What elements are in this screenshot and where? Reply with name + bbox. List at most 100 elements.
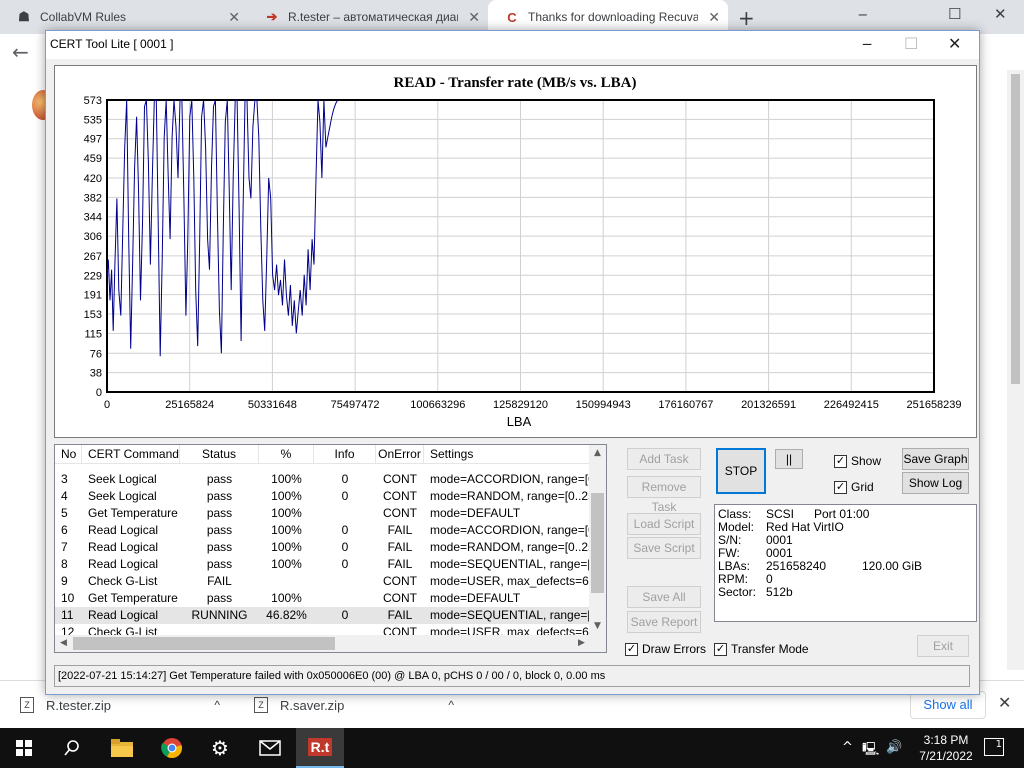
- volume-icon[interactable]: 🔊: [886, 740, 902, 755]
- close-icon[interactable]: ✕: [994, 5, 1007, 23]
- task-row[interactable]: 11 Read Logical RUNNING 46.82% 0 FAIL mode=SEQ…: [55, 607, 591, 624]
- cell-status: pass: [206, 523, 233, 537]
- task-row[interactable]: 3 Seek Logical pass 100% 0 CONT mode=ACCORDION…: [55, 471, 591, 488]
- checkbox-label: Grid: [851, 480, 874, 494]
- cell-settings: mode=USER, max_defects=6553: [430, 574, 591, 588]
- y-tick-label: 382: [84, 192, 102, 204]
- cell-settings: mode=SEQUENTIAL, range=[0..2: [430, 608, 591, 622]
- file-explorer-button[interactable]: [98, 728, 146, 768]
- checkbox-label: Transfer Mode: [731, 642, 809, 656]
- close-icon[interactable]: ✕: [468, 9, 480, 26]
- stop-button[interactable]: STOP: [716, 448, 766, 494]
- cell-command: Get Temperature: [88, 506, 178, 520]
- tab-label: R.tester – автоматическая диаг: [288, 10, 458, 24]
- settings-button[interactable]: ⚙: [196, 728, 244, 768]
- network-icon[interactable]: 🖳: [862, 740, 879, 762]
- rpm-value: 0: [766, 572, 773, 586]
- tab-recuva[interactable]: C Thanks for downloading Recuva ✕: [488, 0, 728, 34]
- show-log-button[interactable]: Show Log: [902, 472, 969, 494]
- scroll-up-icon[interactable]: ▲: [589, 445, 606, 462]
- mail-button[interactable]: [246, 728, 294, 768]
- column-header-onerror[interactable]: OnError: [376, 445, 424, 464]
- scroll-right-icon[interactable]: ▶: [573, 635, 590, 652]
- task-row[interactable]: 10 Get Temperature pass 100% CONT mode=DEFAUL…: [55, 590, 591, 607]
- scroll-thumb[interactable]: [73, 637, 335, 650]
- horizontal-scrollbar[interactable]: ◀ ▶: [55, 635, 606, 652]
- close-icon[interactable]: ✕: [708, 9, 720, 26]
- chrome-button[interactable]: [148, 728, 196, 768]
- start-button[interactable]: [0, 728, 48, 768]
- minimize-icon[interactable]: ‒: [862, 34, 872, 53]
- pause-button[interactable]: ||: [775, 449, 803, 469]
- tab-rtester[interactable]: ➔ R.tester – автоматическая диаг ✕: [248, 0, 488, 34]
- x-axis-label: LBA: [507, 414, 532, 429]
- task-list[interactable]: No CERT Command Status % Info OnError Se…: [54, 444, 607, 653]
- search-button[interactable]: [48, 728, 96, 768]
- column-header-no[interactable]: No: [55, 445, 82, 464]
- checkbox-label: Show: [851, 454, 882, 468]
- cell-command: Read Logical: [88, 557, 159, 571]
- maximize-icon[interactable]: ☐: [948, 5, 961, 23]
- save-report-button[interactable]: Save Report: [627, 611, 701, 633]
- scroll-down-icon[interactable]: ▼: [589, 618, 606, 635]
- clock[interactable]: 3:18 PM 7/21/2022: [916, 732, 976, 764]
- page-scrollbar[interactable]: [1007, 70, 1024, 670]
- task-row[interactable]: 9 Check G-List FAIL CONT mode=USER, max_defe…: [55, 573, 591, 590]
- scroll-thumb[interactable]: [1011, 74, 1020, 384]
- column-header-percent[interactable]: %: [259, 445, 314, 464]
- cell-onerror: FAIL: [387, 557, 413, 571]
- column-header-status[interactable]: Status: [180, 445, 259, 464]
- cell-settings: mode=DEFAULT: [430, 591, 521, 605]
- add-task-button[interactable]: Add Task: [627, 448, 701, 470]
- dialog-title: CERT Tool Lite [ 0001 ]: [50, 37, 174, 51]
- download-filename: R.saver.zip: [280, 697, 345, 713]
- show-checkbox[interactable]: ✓ Show: [834, 454, 881, 468]
- back-arrow-icon[interactable]: ←: [12, 40, 29, 64]
- cell-percent: 100%: [271, 557, 302, 571]
- dialog-titlebar[interactable]: CERT Tool Lite [ 0001 ] ‒ ☐ ✕: [46, 31, 979, 59]
- load-script-button[interactable]: Load Script: [627, 513, 701, 535]
- column-header-info[interactable]: Info: [314, 445, 376, 464]
- transfer-mode-checkbox[interactable]: ✓ Transfer Mode: [714, 642, 809, 656]
- task-row[interactable]: 4 Seek Logical pass 100% 0 CONT mode=RANDOM, r…: [55, 488, 591, 505]
- column-header-command[interactable]: CERT Command: [82, 445, 180, 464]
- tray-chevron-icon[interactable]: ^: [842, 740, 853, 755]
- cell-onerror: FAIL: [387, 523, 413, 537]
- cell-settings: mode=ACCORDION, range=[0..2!: [430, 523, 591, 537]
- show-all-button[interactable]: Show all: [910, 691, 986, 719]
- x-tick-label: 50331648: [248, 399, 297, 411]
- exit-button[interactable]: Exit: [917, 635, 969, 657]
- vertical-scrollbar[interactable]: ▲ ▼: [589, 445, 606, 635]
- y-tick-label: 0: [96, 387, 102, 399]
- scroll-left-icon[interactable]: ◀: [55, 635, 72, 652]
- grid-checkbox[interactable]: ✓ Grid: [834, 480, 874, 494]
- cell-no: 4: [61, 489, 68, 503]
- save-script-button[interactable]: Save Script: [627, 537, 701, 559]
- task-row[interactable]: 5 Get Temperature pass 100% CONT mode=DEFAULT: [55, 505, 591, 522]
- chevron-up-icon[interactable]: ^: [214, 698, 220, 712]
- task-row[interactable]: 6 Read Logical pass 100% 0 FAIL mode=ACCORDION…: [55, 522, 591, 539]
- tab-collabvm-rules[interactable]: ☗ CollabVM Rules ✕: [0, 0, 248, 34]
- task-list-header: No CERT Command Status % Info OnError Se…: [55, 445, 591, 464]
- task-row[interactable]: 8 Read Logical pass 100% 0 FAIL mode=SEQUENTIA…: [55, 556, 591, 573]
- save-graph-button[interactable]: Save Graph: [902, 448, 969, 470]
- column-header-settings[interactable]: Settings: [424, 445, 591, 464]
- close-icon[interactable]: ✕: [228, 9, 240, 26]
- task-list-body: 3 Seek Logical pass 100% 0 CONT mode=ACCORDION…: [55, 471, 591, 641]
- draw-errors-checkbox[interactable]: ✓ Draw Errors: [625, 642, 706, 656]
- scroll-thumb[interactable]: [591, 493, 604, 593]
- notification-icon[interactable]: 1: [984, 738, 1004, 756]
- chrome-icon: [161, 738, 182, 759]
- close-icon[interactable]: ✕: [998, 693, 1011, 712]
- save-all-data-button[interactable]: Save All Data: [627, 586, 701, 624]
- cell-status: pass: [206, 506, 233, 520]
- minimize-icon[interactable]: ‒: [858, 5, 868, 23]
- close-icon[interactable]: ✕: [948, 34, 961, 53]
- cell-settings: mode=RANDOM, range=[0..2516: [430, 489, 591, 503]
- new-tab-button[interactable]: +: [738, 6, 755, 30]
- remove-task-button[interactable]: Remove Task: [627, 476, 701, 514]
- rtester-taskbar-button[interactable]: R.t: [296, 728, 344, 768]
- y-tick-label: 76: [90, 348, 102, 360]
- task-row[interactable]: 7 Read Logical pass 100% 0 FAIL mode=RANDOM, r…: [55, 539, 591, 556]
- chevron-up-icon[interactable]: ^: [448, 698, 454, 712]
